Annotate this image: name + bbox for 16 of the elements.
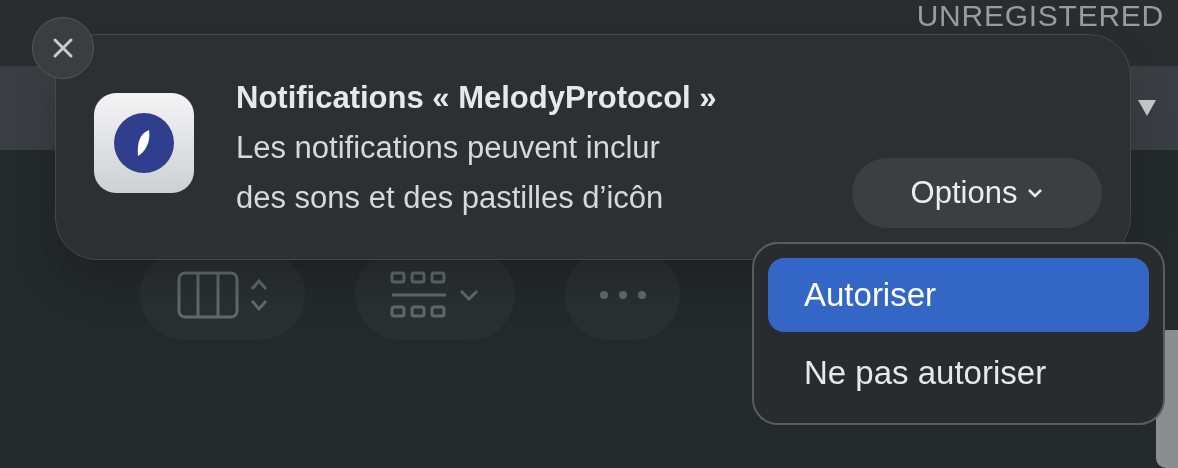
dropdown-triangle-icon	[1138, 100, 1156, 116]
notification-body-line: Les notifications peuvent inclur	[236, 129, 661, 167]
chevron-down-icon	[1027, 188, 1044, 198]
more-icon	[598, 290, 647, 300]
notification-title: Notifications « MelodyProtocol »	[236, 79, 717, 117]
menu-item[interactable]: Autoriser	[768, 258, 1149, 332]
chevron-down-icon	[458, 288, 480, 302]
menu-item[interactable]: Ne pas autoriser	[768, 335, 1149, 409]
app-icon	[94, 93, 194, 193]
grid-icon	[390, 271, 448, 319]
close-icon	[52, 37, 74, 59]
options-button[interactable]: Options	[852, 158, 1102, 228]
unregistered-label: UNREGISTERED	[916, 0, 1164, 32]
notification-body-line: des sons et des pastilles d’icôn	[236, 179, 665, 217]
chevron-up-down-icon	[248, 277, 269, 313]
columns-icon	[176, 271, 239, 319]
